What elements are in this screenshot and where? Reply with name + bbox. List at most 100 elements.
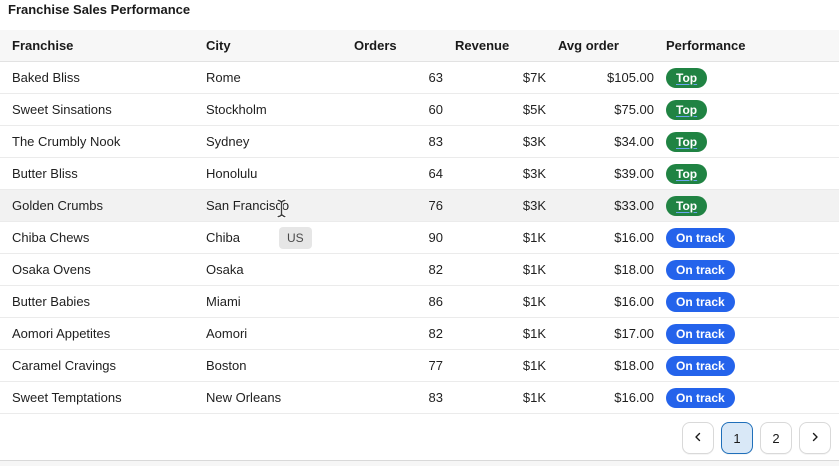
performance-badge[interactable]: Top (666, 196, 707, 216)
cell-orders: 86 (342, 286, 443, 318)
table-row[interactable]: Golden CrumbsSan Francisco76$3K$33.00 Top (0, 190, 839, 222)
table-header-row: FranchiseCityOrdersRevenueAvg orderPerfo… (0, 30, 839, 62)
column-header-orders: Orders (342, 30, 443, 62)
table-row[interactable]: Osaka OvensOsaka82$1K$18.00 On track (0, 254, 839, 286)
cell-avg_order: $33.00 (546, 190, 654, 222)
franchise-table: FranchiseCityOrdersRevenueAvg orderPerfo… (0, 30, 839, 414)
cell-franchise: Butter Babies (0, 286, 194, 318)
cell-revenue: $3K (443, 158, 546, 190)
performance-badge[interactable]: On track (666, 388, 735, 408)
table-row[interactable]: Sweet TemptationsNew Orleans83$1K$16.00 O… (0, 382, 839, 414)
cell-franchise: The Crumbly Nook (0, 126, 194, 158)
cell-revenue: $1K (443, 382, 546, 414)
table-row[interactable]: Caramel CravingsBoston77$1K$18.00On trac… (0, 350, 839, 382)
table-row[interactable]: Sweet SinsationsStockholm60$5K$75.00Top (0, 94, 839, 126)
cell-avg_order: $18.00 (546, 350, 654, 382)
performance-badge[interactable]: On track (666, 356, 735, 376)
cell-orders: 90 (342, 222, 443, 254)
cell-avg_order: $105.00 (546, 62, 654, 94)
cell-revenue: $3K (443, 190, 546, 222)
cell-franchise: Sweet Temptations (0, 382, 194, 414)
cell-performance: Top (654, 94, 839, 126)
column-header-performance: Performance (654, 30, 839, 62)
chevron-left-icon (692, 431, 704, 446)
cell-avg_order: $16.00 (546, 286, 654, 318)
cell-revenue: $1K (443, 350, 546, 382)
cell-city: Rome (194, 62, 342, 94)
prev-page-button[interactable] (682, 422, 714, 454)
cell-revenue: $1K (443, 254, 546, 286)
cell-city: New Orleans (194, 382, 342, 414)
column-header-city: City (194, 30, 342, 62)
cell-franchise: Sweet Sinsations (0, 94, 194, 126)
cell-orders: 83 (342, 382, 443, 414)
franchise-sales-card: Franchise Sales Performance FranchiseCit… (0, 0, 839, 466)
cell-franchise: Aomori Appetites (0, 318, 194, 350)
performance-badge[interactable]: Top (666, 132, 707, 152)
cell-franchise: Golden Crumbs (0, 190, 194, 222)
cell-performance: On track (654, 382, 839, 414)
cell-avg_order: $18.00 (546, 254, 654, 286)
table-row[interactable]: The Crumbly NookSydney83$3K$34.00Top (0, 126, 839, 158)
cell-performance: On track (654, 286, 839, 318)
cell-performance: On track (654, 318, 839, 350)
cell-franchise: Osaka Ovens (0, 254, 194, 286)
cell-revenue: $1K (443, 222, 546, 254)
page-2-button[interactable]: 2 (760, 422, 792, 454)
cell-city: Chiba (194, 222, 342, 254)
page-1-button[interactable]: 1 (721, 422, 753, 454)
cell-performance: On track (654, 350, 839, 382)
table-row[interactable]: Aomori AppetitesAomori82$1K$17.00On trac… (0, 318, 839, 350)
performance-badge[interactable]: On track (666, 324, 735, 344)
cell-city: Miami (194, 286, 342, 318)
cell-revenue: $1K (443, 286, 546, 318)
cell-avg_order: $75.00 (546, 94, 654, 126)
cell-city: Boston (194, 350, 342, 382)
pagination: 1 2 (682, 422, 831, 454)
performance-badge[interactable]: Top (666, 68, 707, 88)
cell-performance: On track (654, 254, 839, 286)
cell-revenue: $5K (443, 94, 546, 126)
page-title: Franchise Sales Performance (8, 2, 190, 17)
column-header-franchise: Franchise (0, 30, 194, 62)
cell-avg_order: $16.00 (546, 382, 654, 414)
performance-badge[interactable]: Top (666, 100, 707, 120)
cell-orders: 82 (342, 254, 443, 286)
cell-avg_order: $17.00 (546, 318, 654, 350)
cell-city: Aomori (194, 318, 342, 350)
cell-performance: Top (654, 158, 839, 190)
cell-city: Honolulu (194, 158, 342, 190)
performance-badge[interactable]: On track (666, 292, 735, 312)
country-tooltip: US (279, 227, 312, 249)
performance-badge[interactable]: On track (666, 260, 735, 280)
column-header-avg_order: Avg order (546, 30, 654, 62)
chevron-right-icon (809, 431, 821, 446)
cell-performance: Top (654, 126, 839, 158)
column-header-revenue: Revenue (443, 30, 546, 62)
cell-franchise: Chiba Chews (0, 222, 194, 254)
table-row[interactable]: Chiba ChewsChiba90$1K$16.00On track (0, 222, 839, 254)
cell-city: Osaka (194, 254, 342, 286)
cell-franchise: Baked Bliss (0, 62, 194, 94)
cell-orders: 63 (342, 62, 443, 94)
cell-orders: 60 (342, 94, 443, 126)
table-row[interactable]: Butter BabiesMiami86$1K$16.00 On track (0, 286, 839, 318)
cell-city: Sydney (194, 126, 342, 158)
cell-revenue: $1K (443, 318, 546, 350)
cell-orders: 76 (342, 190, 443, 222)
cell-performance: Top (654, 190, 839, 222)
next-page-button[interactable] (799, 422, 831, 454)
cell-revenue: $3K (443, 126, 546, 158)
cell-revenue: $7K (443, 62, 546, 94)
cell-performance: On track (654, 222, 839, 254)
cell-franchise: Butter Bliss (0, 158, 194, 190)
table-row[interactable]: Baked BlissRome63$7K$105.00 Top (0, 62, 839, 94)
performance-badge[interactable]: Top (666, 164, 707, 184)
cell-orders: 64 (342, 158, 443, 190)
cell-avg_order: $39.00 (546, 158, 654, 190)
cell-performance: Top (654, 62, 839, 94)
performance-badge[interactable]: On track (666, 228, 735, 248)
cell-city: San Francisco (194, 190, 342, 222)
page-edge (0, 461, 839, 466)
table-row[interactable]: Butter BlissHonolulu64$3K$39.00 Top (0, 158, 839, 190)
